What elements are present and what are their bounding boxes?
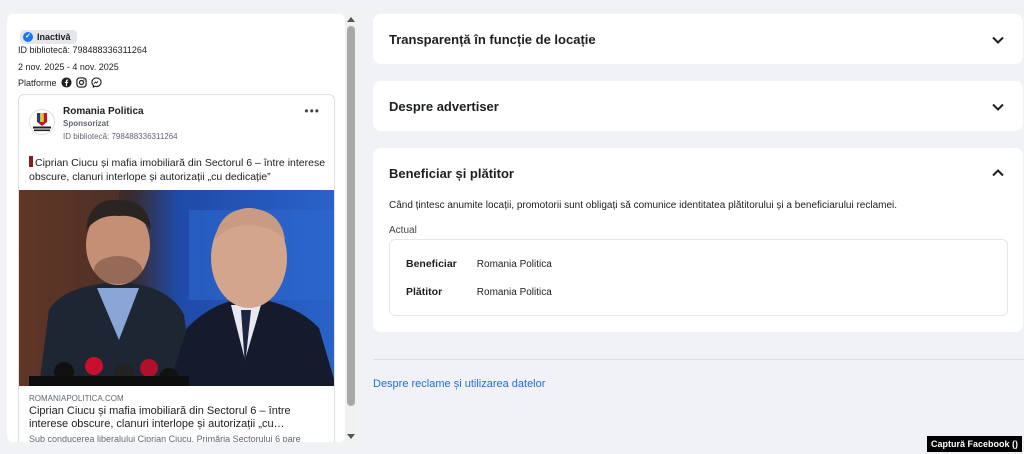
status-row: ✓ Inactivă bbox=[20, 25, 77, 44]
platforms-label: Platforme bbox=[18, 77, 57, 88]
more-options-icon[interactable]: ••• bbox=[304, 104, 320, 118]
ad-preview[interactable]: Romania Politica Sponsorizat ID bibliote… bbox=[18, 94, 335, 442]
check-icon: ✓ bbox=[23, 32, 33, 42]
ad-headline[interactable]: Ciprian Ciucu și mafia imobiliară din Se… bbox=[29, 405, 329, 431]
beneficiary-payer-section[interactable]: Beneficiar și plătitor Când țintesc anum… bbox=[373, 148, 1023, 332]
scroll-down-icon[interactable] bbox=[347, 434, 355, 439]
messenger-icon bbox=[90, 77, 102, 88]
beneficiary-label: Beneficiar bbox=[406, 258, 457, 270]
instagram-icon bbox=[75, 77, 87, 88]
payer-label: Plătitor bbox=[406, 286, 443, 298]
ads-data-link[interactable]: Despre reclame și utilizarea datelor bbox=[373, 378, 545, 390]
platforms-row: Platforme bbox=[18, 77, 102, 88]
left-scrollbar[interactable] bbox=[345, 14, 357, 442]
scroll-thumb[interactable] bbox=[347, 26, 355, 406]
beneficiary-description: Când țintesc anumite locații, promotorii… bbox=[389, 200, 898, 211]
caption: Captură Facebook () bbox=[926, 436, 1022, 452]
flag-icon bbox=[29, 156, 33, 167]
chevron-down-icon[interactable] bbox=[991, 33, 1005, 47]
ad-library-card: ✓ Inactivă ID bibliotecă: 79848833631126… bbox=[7, 14, 345, 442]
library-id: ID bibliotecă: 798488336311264 bbox=[18, 45, 147, 55]
chevron-down-icon[interactable] bbox=[991, 100, 1005, 114]
status-label: Inactivă bbox=[37, 32, 71, 42]
sponsored-label: Sponsorizat bbox=[63, 119, 109, 128]
ad-image[interactable] bbox=[19, 190, 335, 386]
payer-value: Romania Politica bbox=[476, 287, 552, 298]
ad-description: Sub conducerea liberalului Ciprian Ciucu… bbox=[29, 434, 301, 442]
beneficiary-payer-title[interactable]: Beneficiar și plătitor bbox=[389, 166, 514, 181]
transparency-title[interactable]: Transparență în funcție de locație bbox=[389, 32, 596, 47]
facebook-icon bbox=[60, 77, 72, 88]
payer-row: Plătitor Romania Politica bbox=[406, 286, 552, 298]
ad-body-text: Ciprian Ciucu și mafia imobiliară din Se… bbox=[29, 156, 326, 183]
beneficiary-value: Romania Politica bbox=[476, 259, 552, 270]
advertiser-name[interactable]: Romania Politica bbox=[63, 106, 144, 117]
beneficiary-details: Beneficiar Romania Politica Plătitor Rom… bbox=[389, 239, 1008, 316]
divider bbox=[373, 359, 1024, 360]
beneficiary-row: Beneficiar Romania Politica bbox=[406, 258, 552, 270]
transparency-section[interactable]: Transparență în funcție de locație bbox=[373, 14, 1023, 64]
chevron-up-icon[interactable] bbox=[991, 166, 1005, 180]
date-range: 2 nov. 2025 - 4 nov. 2025 bbox=[18, 62, 119, 72]
ad-domain[interactable]: ROMANIAPOLITICA.COM bbox=[29, 394, 124, 403]
status-badge: ✓ Inactivă bbox=[20, 30, 77, 44]
romania-politica-logo bbox=[33, 113, 51, 132]
advertiser-logo[interactable] bbox=[29, 109, 55, 135]
about-advertiser-title[interactable]: Despre advertiser bbox=[389, 99, 499, 114]
current-label: Actual bbox=[389, 225, 417, 236]
scroll-up-icon[interactable] bbox=[347, 17, 355, 22]
ad-library-id: ID bibliotecă: 798488336311264 bbox=[63, 132, 178, 141]
about-advertiser-section[interactable]: Despre advertiser bbox=[373, 81, 1023, 131]
